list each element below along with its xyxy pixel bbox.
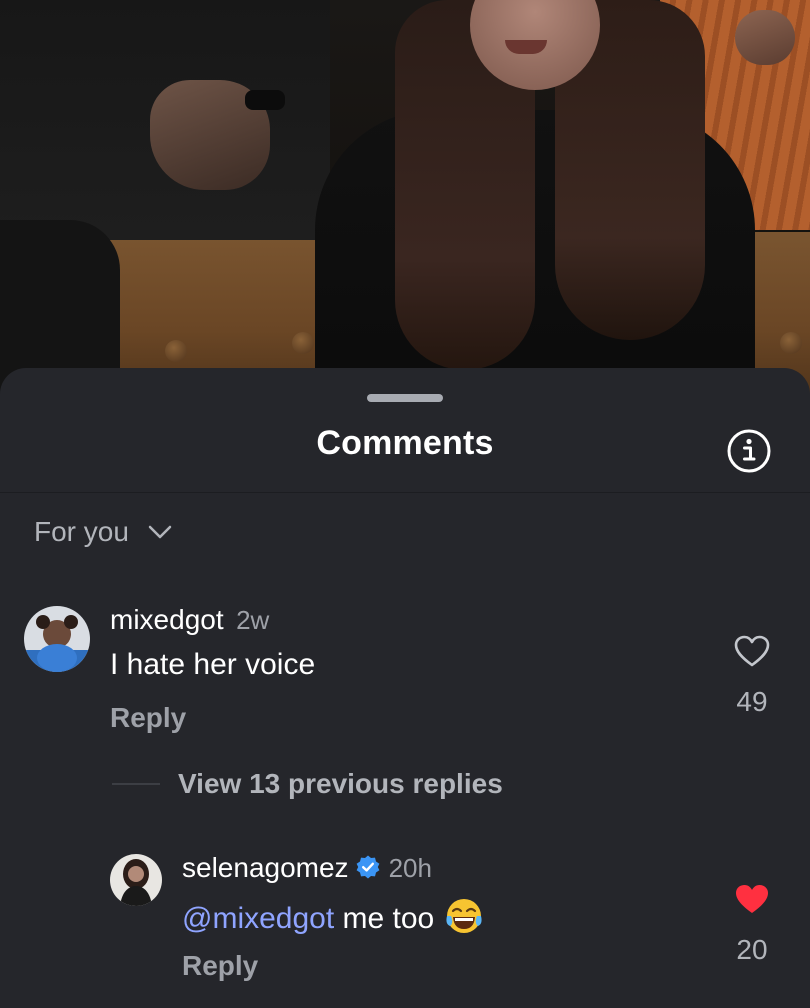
video-frame[interactable] [0,0,810,400]
reply-body: me too [342,902,435,935]
watch [245,90,285,110]
comments-sheet: Comments For you mixedgot 2w I hate her … [0,368,810,1008]
view-replies-label: View 13 previous replies [178,768,503,799]
reply-username[interactable]: selenagomez [182,852,349,883]
reply-button[interactable]: Reply [182,950,258,982]
avatar[interactable] [24,606,90,672]
like-count: 20 [736,934,768,965]
header-divider [0,492,810,493]
filter-label: For you [34,516,129,547]
tears-of-joy-emoji [446,899,482,933]
comment-timestamp: 2w [236,605,270,635]
comment-header: mixedgot 2w [110,604,269,636]
verified-badge-icon [356,855,379,879]
avatar[interactable] [110,854,162,906]
chevron-down-icon [148,525,172,539]
person-right-hand [735,10,795,65]
view-previous-replies[interactable]: View 13 previous replies [112,768,503,800]
heart-filled-icon[interactable] [732,880,772,920]
reply-text: @mixedgot me too [182,896,484,936]
like-count: 49 [736,686,768,717]
sheet-grabber[interactable] [367,394,443,402]
reply-header: selenagomez 20h [182,852,432,884]
sheet-title: Comments [316,424,494,462]
info-icon[interactable] [726,428,772,474]
sofa-button [780,332,802,354]
sofa-button [165,340,187,362]
sofa-button [292,332,314,354]
sort-filter-dropdown[interactable]: For you [34,516,173,548]
mention-link[interactable]: @mixedgot [182,902,334,935]
heart-icon[interactable] [732,632,772,672]
thread-line [112,783,160,785]
reply-button[interactable]: Reply [110,702,186,734]
comment-username[interactable]: mixedgot [110,604,224,635]
reply-timestamp: 20h [388,853,432,883]
comment-text: I hate her voice [110,648,316,681]
